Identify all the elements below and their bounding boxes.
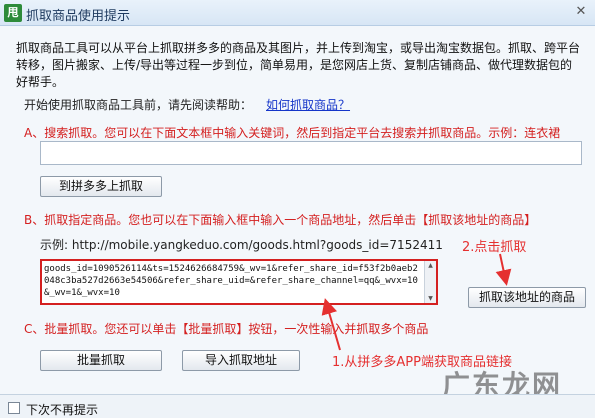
url-input[interactable] bbox=[40, 259, 438, 305]
help-prompt: 开始使用抓取商品工具前，请先阅读帮助： bbox=[24, 98, 253, 112]
search-pdd-button[interactable]: 到拼多多上抓取 bbox=[40, 176, 162, 197]
batch-grab-button[interactable]: 批量抓取 bbox=[40, 350, 162, 371]
arrow-to-grab-button bbox=[495, 253, 512, 286]
title-bar: 甩 抓取商品使用提示 ✕ bbox=[0, 0, 595, 26]
app-icon: 甩 bbox=[4, 4, 22, 22]
example-url: 示例: http://mobile.yangkeduo.com/goods.ht… bbox=[40, 238, 443, 252]
help-link[interactable]: 如何抓取商品？ bbox=[266, 96, 350, 113]
window-title: 抓取商品使用提示 bbox=[26, 9, 131, 24]
close-icon[interactable]: ✕ bbox=[572, 3, 590, 21]
dont-show-label: 下次不再提示 bbox=[26, 403, 99, 417]
url-scrollbar[interactable]: ▲ ▼ bbox=[424, 261, 436, 303]
intro-text: 抓取商品工具可以从平台上抓取拼多多的商品及其图片，并上传到淘宝，或导出淘宝数据包… bbox=[16, 41, 581, 89]
annotation-step2: 2.点击抓取 bbox=[462, 240, 527, 255]
keyword-input[interactable] bbox=[40, 141, 582, 165]
section-c-heading: C、批量抓取。您还可以单击【批量抓取】按钮，一次性输入并抓取多个商品 bbox=[24, 322, 429, 336]
scroll-up-icon[interactable]: ▲ bbox=[425, 261, 436, 270]
section-a-heading: A、搜索抓取。您可以在下面文本框中输入关键词，然后到指定平台去搜索并抓取商品。示… bbox=[24, 126, 561, 140]
scroll-down-icon[interactable]: ▼ bbox=[425, 294, 436, 303]
dont-show-checkbox[interactable] bbox=[8, 402, 20, 414]
import-urls-button[interactable]: 导入抓取地址 bbox=[182, 350, 300, 371]
grab-url-button[interactable]: 抓取该地址的商品 bbox=[468, 287, 586, 308]
section-b-heading: B、抓取指定商品。您也可以在下面输入框中输入一个商品地址，然后单击【抓取该地址的… bbox=[24, 213, 537, 227]
